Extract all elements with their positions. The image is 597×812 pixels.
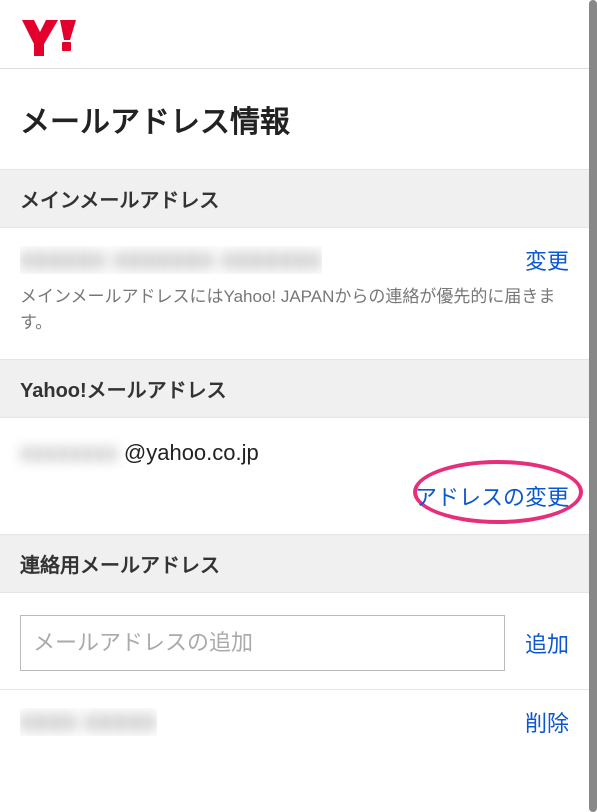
yahoo-email-change-link[interactable]: アドレスの変更 xyxy=(415,480,569,512)
contact-email-existing-row: xxxx xxxxx 削除 xyxy=(0,690,589,754)
yahoo-logo-icon xyxy=(20,18,84,58)
main-email-hint: メインメールアドレスにはYahoo! JAPANからの連絡が優先的に届きます。 xyxy=(0,280,589,359)
main-email-row: xxxxxx xxxxxxx xxxxxxx 変更 xyxy=(0,228,589,280)
scrollbar[interactable] xyxy=(589,0,597,812)
contact-email-input[interactable] xyxy=(20,615,505,671)
yahoo-email-change-row: アドレスの変更 xyxy=(0,474,589,534)
main-email-value: xxxxxx xxxxxxx xxxxxxx xyxy=(20,246,322,274)
yahoo-email-domain: @yahoo.co.jp xyxy=(124,440,259,466)
page-title: メールアドレス情報 xyxy=(0,69,589,169)
section-header-main-email: メインメールアドレス xyxy=(0,169,589,228)
contact-email-add-row: 追加 xyxy=(0,593,589,689)
contact-email-add-link[interactable]: 追加 xyxy=(525,627,569,659)
contact-email-delete-link[interactable]: 削除 xyxy=(525,706,569,738)
yahoo-logo[interactable] xyxy=(0,0,589,69)
main-email-change-link[interactable]: 変更 xyxy=(525,244,569,276)
page-container: メールアドレス情報 メインメールアドレス xxxxxx xxxxxxx xxxx… xyxy=(0,0,597,754)
yahoo-email-row: xxxxxxxx @yahoo.co.jp xyxy=(0,418,589,474)
contact-email-value: xxxx xxxxx xyxy=(20,708,157,736)
section-header-yahoo-email: Yahoo!メールアドレス xyxy=(0,359,589,418)
section-header-contact-email: 連絡用メールアドレス xyxy=(0,534,589,593)
yahoo-email-local: xxxxxxxx xyxy=(20,440,118,466)
